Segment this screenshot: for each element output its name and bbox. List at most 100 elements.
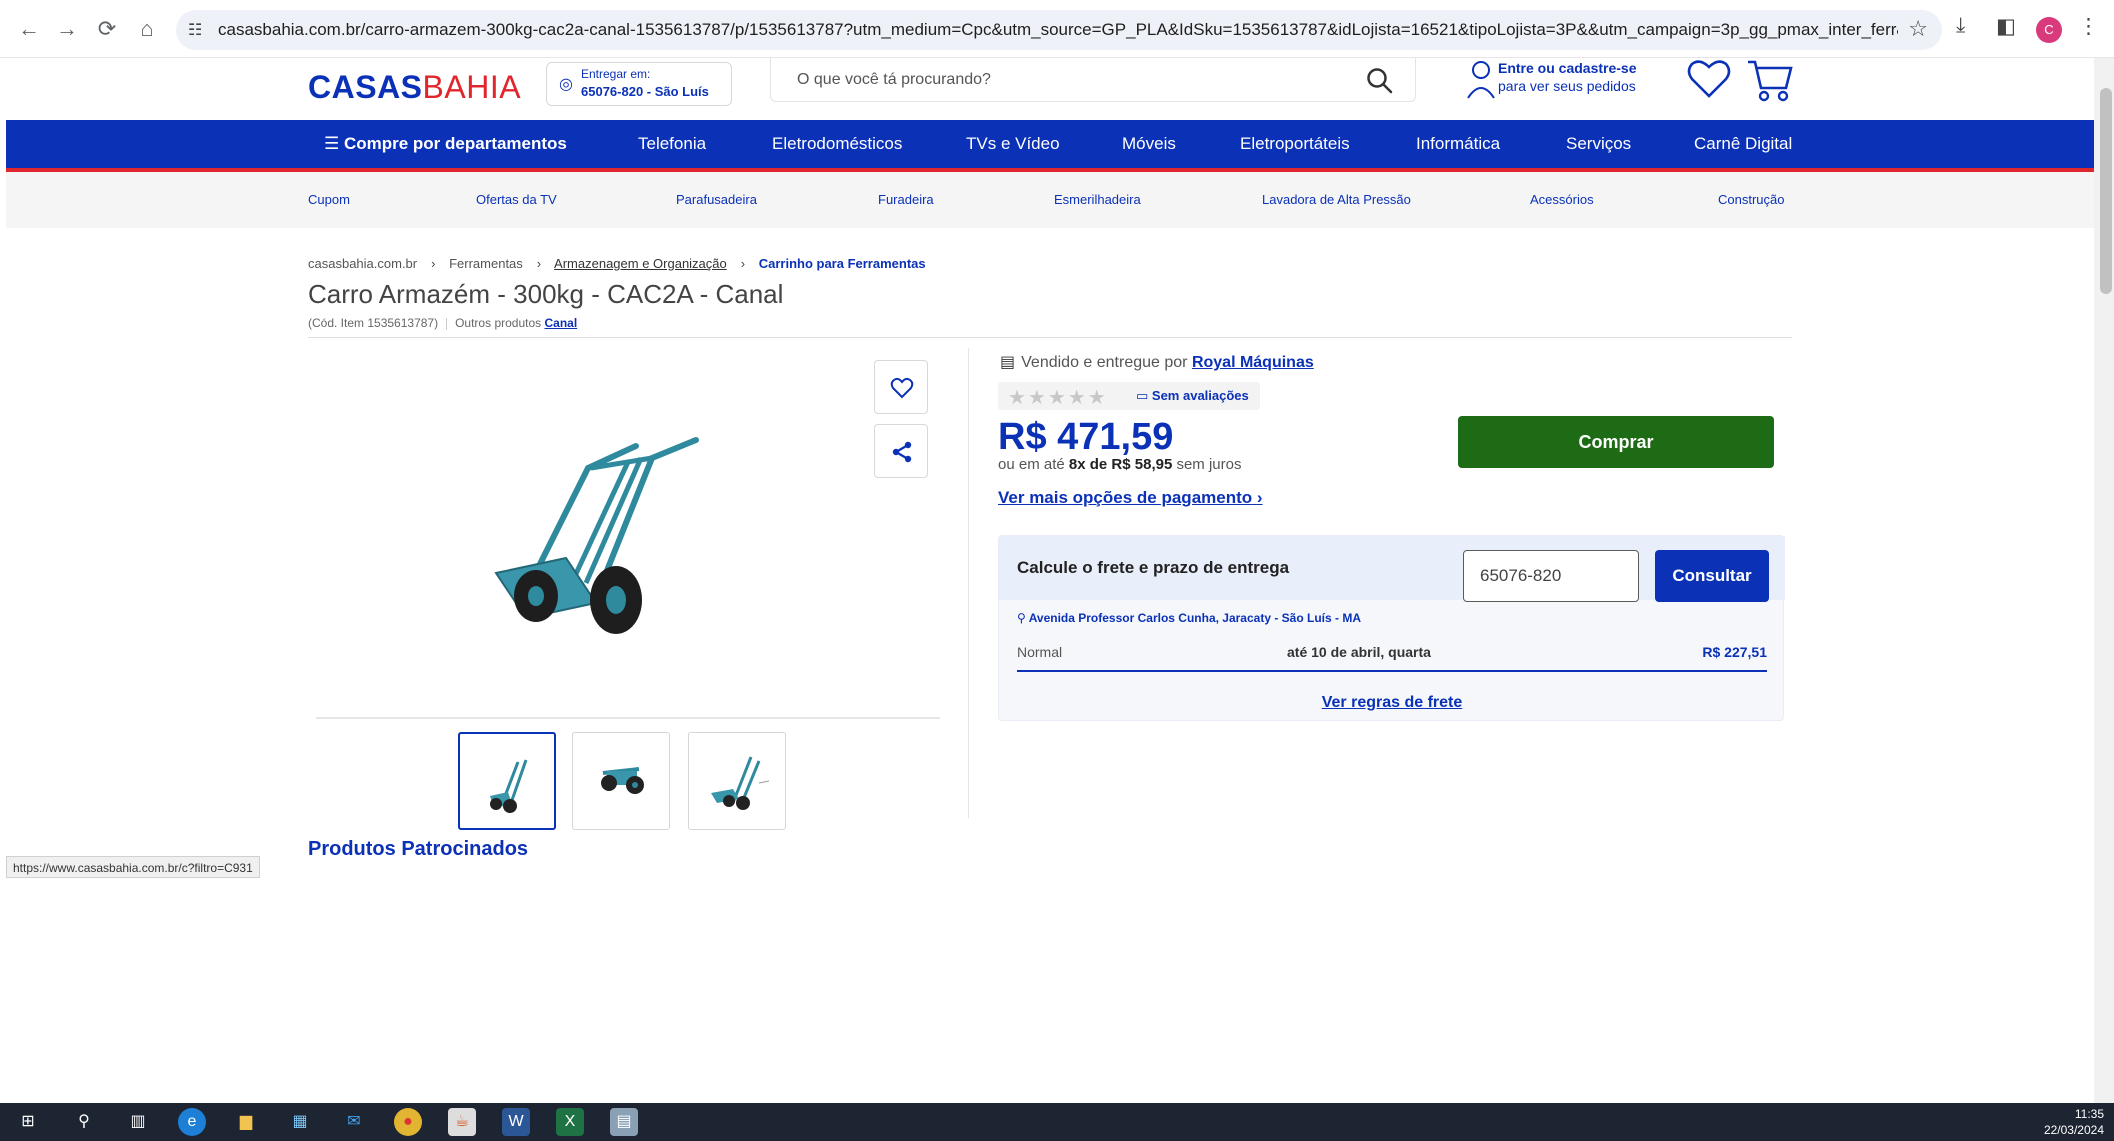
logo-part-2: BAHIA	[422, 69, 522, 105]
more-menu-icon[interactable]: ⋮	[2078, 14, 2099, 39]
system-clock[interactable]: 11:35 22/03/2024	[2044, 1106, 2104, 1138]
quick-link[interactable]: Ofertas da TV	[476, 172, 557, 228]
windows-start-icon[interactable]: ⊞	[14, 1108, 42, 1136]
menu-servicos[interactable]: Serviços	[1566, 120, 1631, 168]
site-settings-icon[interactable]: ☷	[188, 20, 202, 40]
departments-menu: ☰ Compre por departamentos Telefonia Ele…	[6, 120, 2094, 168]
product-title: Carro Armazém - 300kg - CAC2A - Canal	[308, 279, 784, 309]
search-box[interactable]: O que você tá procurando?	[770, 58, 1416, 102]
rating-box[interactable]: ★★★★★ ▭ Sem avaliações	[998, 382, 1260, 410]
no-reviews-text: Sem avaliações	[1151, 388, 1249, 403]
profile-avatar[interactable]: C	[2036, 17, 2062, 43]
quick-link[interactable]: Esmerilhadeira	[1054, 172, 1141, 228]
share-button[interactable]	[874, 424, 928, 478]
search-input[interactable]: O que você tá procurando?	[797, 58, 991, 102]
more-payment-text: Ver mais opções de pagamento	[998, 488, 1253, 507]
cart-icon[interactable]	[1746, 58, 1794, 104]
java-icon[interactable]: ☕	[448, 1108, 476, 1136]
delivery-location-button[interactable]: ◎ Entregar em: 65076-820 - São Luís	[546, 62, 732, 106]
edge-icon[interactable]: e	[178, 1108, 206, 1136]
shipping-type: Normal	[1017, 644, 1063, 660]
seller-link[interactable]: Royal Máquinas	[1192, 354, 1314, 371]
location-pin-icon: ◎	[559, 76, 573, 93]
download-icon[interactable]: ⤓	[1956, 14, 1965, 38]
thumbnail-2[interactable]	[572, 732, 670, 830]
shipping-title: Calcule o frete e prazo de entrega	[1017, 558, 1290, 577]
more-payment-options-link[interactable]: Ver mais opções de pagamento ›	[998, 488, 1263, 508]
search-icon[interactable]: ⚲	[70, 1108, 98, 1136]
quick-link[interactable]: Acessórios	[1530, 172, 1594, 228]
chrome-icon[interactable]: ●	[394, 1108, 422, 1136]
shipping-rules-link[interactable]: Ver regras de frete	[999, 694, 1785, 712]
breadcrumb-item[interactable]: casasbahia.com.br	[308, 256, 417, 271]
search-icon[interactable]	[1365, 66, 1393, 94]
menu-carne-digital[interactable]: Carnê Digital	[1694, 120, 1792, 168]
scrollbar-thumb[interactable]	[2100, 88, 2112, 294]
account-line-1: Entre ou cadastre-se	[1498, 60, 1637, 76]
breadcrumb-current[interactable]: Carrinho para Ferramentas	[759, 256, 926, 271]
excel-icon[interactable]: X	[556, 1108, 584, 1136]
product-code: (Cód. Item 1535613787)	[308, 316, 439, 330]
mail-icon[interactable]: ✉	[340, 1108, 368, 1136]
other-products-label: Outros produtos	[455, 316, 542, 330]
menu-departments[interactable]: ☰ Compre por departamentos	[324, 120, 567, 168]
forward-arrow-icon[interactable]: →	[52, 14, 82, 44]
address-text: Avenida Professor Carlos Cunha, Jaracaty…	[1028, 611, 1362, 625]
reload-icon[interactable]: ⟳	[92, 14, 122, 44]
clock-time: 11:35	[2074, 1107, 2104, 1121]
breadcrumb-item[interactable]: Ferramentas	[449, 256, 523, 271]
seller-info: ▤ Vendido e entregue por Royal Máquinas	[1000, 352, 1314, 372]
quick-link[interactable]: Furadeira	[878, 172, 934, 228]
windows-taskbar: ⊞ ⚲ ▥ e ▆ ▦ ✉ ● ☕ W X ▤ 11:35 22/03/2024	[0, 1103, 2114, 1141]
quick-link[interactable]: Lavadora de Alta Pressão	[1262, 172, 1411, 228]
cep-input[interactable]: 65076-820	[1463, 550, 1639, 602]
chevron-right-icon: ›	[1256, 488, 1263, 507]
quick-link[interactable]: Construção	[1718, 172, 1784, 228]
task-view-icon[interactable]: ▥	[124, 1108, 152, 1136]
buy-button[interactable]: Comprar	[1458, 416, 1774, 468]
quick-links-bar: Cupom Ofertas da TV Parafusadeira Furade…	[6, 172, 2094, 228]
seller-prefix: Vendido e entregue por	[1021, 354, 1188, 371]
install-suffix: sem juros	[1176, 456, 1242, 473]
favorites-heart-icon[interactable]	[1686, 58, 1732, 100]
menu-telefonia[interactable]: Telefonia	[638, 120, 706, 168]
menu-tvs-video[interactable]: TVs e Vídeo	[966, 120, 1060, 168]
deliver-label: Entregar em:	[581, 67, 651, 81]
menu-informatica[interactable]: Informática	[1416, 120, 1500, 168]
quick-link[interactable]: Parafusadeira	[676, 172, 757, 228]
url-text: casasbahia.com.br/carro-armazem-300kg-ca…	[218, 20, 1898, 39]
menu-moveis[interactable]: Móveis	[1122, 120, 1176, 168]
back-arrow-icon[interactable]: ←	[14, 14, 44, 44]
share-icon	[892, 441, 912, 463]
install-prefix: ou em até	[998, 456, 1065, 473]
heart-icon	[890, 377, 914, 399]
consult-button[interactable]: Consultar	[1655, 550, 1769, 602]
side-panel-icon[interactable]: ◧	[1996, 14, 2016, 39]
menu-eletroportateis[interactable]: Eletroportáteis	[1240, 120, 1350, 168]
account-line-2: para ver seus pedidos	[1498, 78, 1636, 94]
quick-link[interactable]: Cupom	[308, 172, 350, 228]
no-reviews-link[interactable]: ▭ Sem avaliações	[1136, 388, 1249, 404]
calculator-icon[interactable]: ▤	[610, 1108, 638, 1136]
breadcrumb-item[interactable]: Armazenagem e Organização	[554, 256, 727, 271]
store-icon: ▤	[1000, 354, 1016, 371]
address-bar[interactable]: ☷ casasbahia.com.br/carro-armazem-300kg-…	[176, 10, 1942, 50]
word-icon[interactable]: W	[502, 1108, 530, 1136]
user-icon	[1467, 61, 1495, 99]
shipping-option-row: Normal até 10 de abril, quarta R$ 227,51	[1017, 636, 1767, 672]
bookmark-star-icon[interactable]: ☆	[1908, 16, 1928, 42]
home-icon[interactable]: ⌂	[132, 14, 162, 44]
store-icon[interactable]: ▦	[286, 1108, 314, 1136]
add-favorite-button[interactable]	[874, 360, 928, 414]
brand-link[interactable]: Canal	[544, 316, 577, 330]
thumbnail-3[interactable]	[688, 732, 786, 830]
browser-toolbar: ← → ⟳ ⌂ ☷ casasbahia.com.br/carro-armaze…	[0, 0, 2114, 58]
thumbnail-1[interactable]	[458, 732, 556, 830]
shipping-calculator: Calcule o frete e prazo de entrega 65076…	[998, 535, 1785, 721]
menu-eletrodomesticos[interactable]: Eletrodomésticos	[772, 120, 902, 168]
image-divider	[316, 717, 940, 719]
account-link[interactable]: Entre ou cadastre-se para ver seus pedid…	[1466, 58, 1646, 102]
casasbahia-logo[interactable]: CASASBAHIA	[308, 58, 521, 116]
file-explorer-icon[interactable]: ▆	[232, 1108, 260, 1136]
product-main-image[interactable]	[476, 428, 776, 688]
